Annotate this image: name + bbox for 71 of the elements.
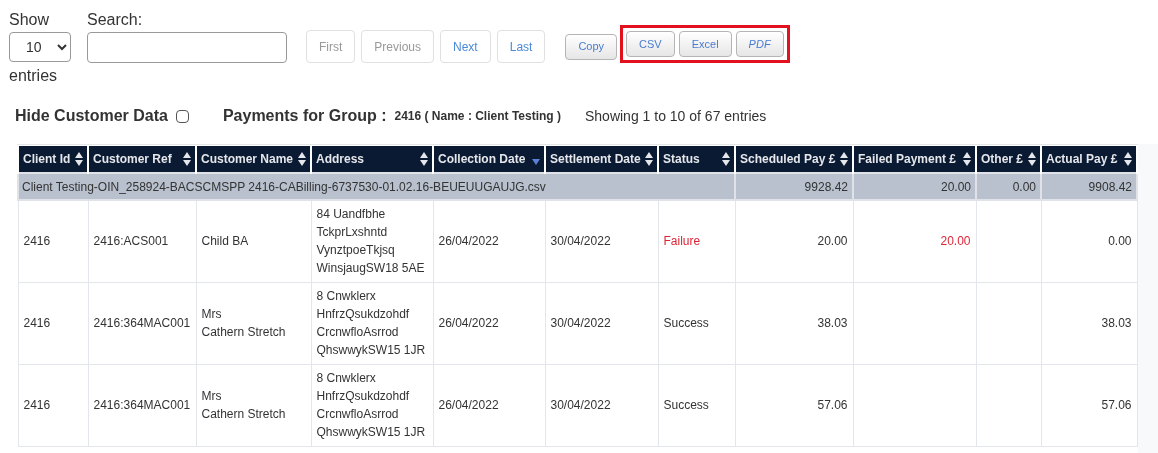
sort-icon	[963, 152, 971, 166]
table-cell: 2416:364MAC001	[88, 364, 196, 446]
address-cell: 84 Uandfbhe TckprLxshntd VynztpoeTkjsq WinsjaugSW18 5AE	[311, 200, 433, 282]
table-cell: 30/04/2022	[545, 364, 658, 446]
group-row-label: Client Testing-OIN_258924-BACSCMSPP 2416-CABilling-6737530-01.02.16-BEUEUUGAUJG.csv	[18, 173, 735, 200]
address-cell: 8 Cnwklerx HnfrzQsukdzohdf CrcnwfloAsrrod QhswwykSW15 1JR	[311, 364, 433, 446]
table-cell: 38.03	[1041, 282, 1137, 364]
column-header[interactable]: Other £	[976, 146, 1041, 173]
column-header[interactable]: Customer Name	[196, 146, 311, 173]
table-cell: 20.00	[735, 200, 853, 282]
sort-icon	[1124, 152, 1132, 166]
search-field[interactable]	[87, 32, 287, 63]
table-cell: 2416:364MAC001	[88, 282, 196, 364]
group-total-cell: 9928.42	[735, 173, 853, 200]
table-cell: 2416	[18, 200, 88, 282]
customer-name-cell: Mrs Cathern Stretch	[196, 364, 311, 446]
export-button[interactable]: PDF	[735, 31, 784, 57]
table-cell: 57.06	[1041, 364, 1137, 446]
export-button[interactable]: Excel	[678, 31, 732, 57]
column-header[interactable]: Failed Payment £	[853, 146, 976, 173]
table-cell: 2416	[18, 282, 88, 364]
sort-icon	[75, 152, 83, 166]
group-total-cell: 0.00	[976, 173, 1041, 200]
column-header[interactable]: Customer Ref	[88, 146, 196, 173]
sort-icon	[645, 152, 653, 166]
table-cell: 30/04/2022	[545, 282, 658, 364]
table-cell: 2416:ACS001	[88, 200, 196, 282]
table-cell: 26/04/2022	[433, 364, 545, 446]
column-header[interactable]: Actual Pay £	[1041, 146, 1137, 173]
entries-select[interactable]: 10	[9, 32, 71, 62]
sort-icon	[298, 152, 306, 166]
table-cell: 38.03	[735, 282, 853, 364]
status-cell: Success	[658, 282, 735, 364]
entries-info: Showing 1 to 10 of 67 entries	[585, 106, 767, 126]
table-cell: 57.06	[735, 364, 853, 446]
status-cell: Failure	[658, 200, 735, 282]
status-cell: Success	[658, 364, 735, 446]
table-cell: 30/04/2022	[545, 200, 658, 282]
column-header[interactable]: Scheduled Pay £	[735, 146, 853, 173]
table-cell: 26/04/2022	[433, 200, 545, 282]
customer-name-cell: Mrs Cathern Stretch	[196, 282, 311, 364]
address-cell: 8 Cnwklerx HnfrzQsukdzohdf CrcnwfloAsrrod QhswwykSW15 1JR	[311, 282, 433, 364]
sort-icon	[840, 152, 848, 166]
table-cell: 20.00	[853, 200, 976, 282]
table-cell: 2416	[18, 364, 88, 446]
sort-descending-icon	[532, 159, 540, 165]
search-label: Search:	[87, 10, 144, 30]
sort-icon	[183, 152, 191, 166]
show-label: Show	[9, 10, 51, 30]
entries-label: entries	[9, 66, 59, 86]
group-total-cell: 9908.42	[1041, 173, 1137, 200]
sort-icon	[722, 152, 730, 166]
column-header[interactable]: Status	[658, 146, 735, 173]
hide-customer-data-label: Hide Customer Data	[15, 106, 168, 126]
customer-name-cell: Child BA	[196, 200, 311, 282]
table-cell: 26/04/2022	[433, 282, 545, 364]
hide-customer-data-checkbox[interactable]	[175, 109, 189, 123]
column-header[interactable]: Settlement Date	[545, 146, 658, 173]
column-header[interactable]: Collection Date	[433, 146, 545, 173]
pagination-button[interactable]: Next	[440, 30, 491, 63]
export-button[interactable]: CSV	[626, 31, 675, 57]
sort-icon	[420, 152, 428, 166]
column-header[interactable]: Client Id	[18, 146, 88, 173]
group-title-value: 2416 ( Name : Client Testing )	[394, 108, 561, 125]
pagination-button[interactable]: Last	[496, 30, 546, 63]
group-total-cell: 20.00	[853, 173, 976, 200]
group-title-label: Payments for Group :	[222, 106, 387, 126]
column-header[interactable]: Address	[311, 146, 433, 173]
sort-icon	[1028, 152, 1036, 166]
export-button[interactable]: Copy	[565, 33, 618, 60]
table-cell: 0.00	[1041, 200, 1137, 282]
